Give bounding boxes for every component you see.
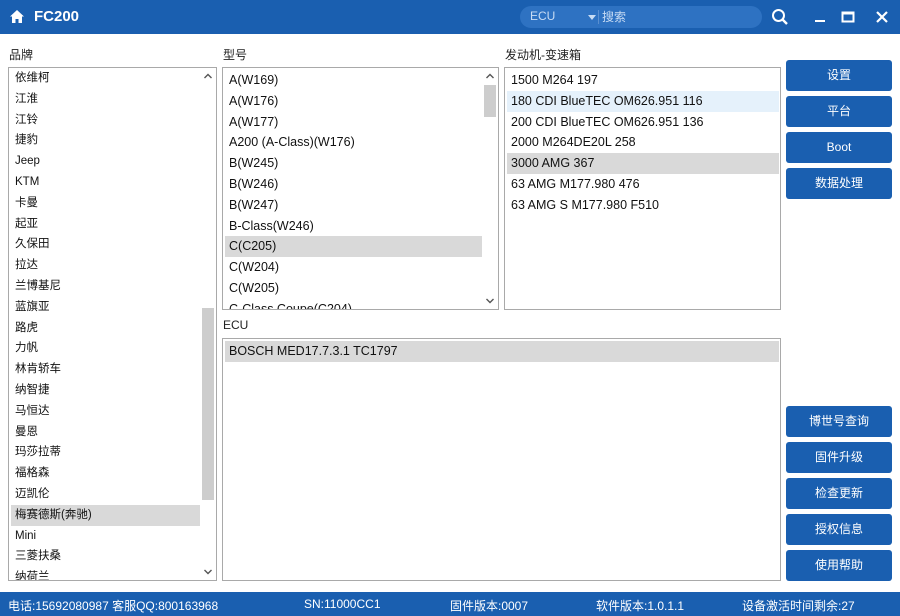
activation-remaining: 设备激活时间剩余:27 <box>742 599 855 613</box>
brand-list-item[interactable]: 林肯轿车 <box>11 359 200 380</box>
minimize-icon <box>815 20 825 22</box>
brand-list-item[interactable]: 三菱扶桑 <box>11 546 200 567</box>
engine-list-item[interactable]: 63 AMG M177.980 476 <box>507 174 779 195</box>
brand-list-scroll-thumb[interactable] <box>202 308 214 500</box>
search-bar: ECU <box>520 6 762 28</box>
engine-list-item[interactable]: 1500 M264 197 <box>507 70 779 91</box>
model-list-item[interactable]: A(W176) <box>225 91 482 112</box>
close-icon <box>876 11 888 23</box>
brand-list-item[interactable]: 力帆 <box>11 338 200 359</box>
firmware-version: 固件版本:0007 <box>450 599 529 613</box>
model-list-item[interactable]: B(W247) <box>225 195 482 216</box>
engine-list-item[interactable]: 63 AMG S M177.980 F510 <box>507 195 779 216</box>
home-icon[interactable] <box>9 9 25 24</box>
model-list-item[interactable]: C(W205) <box>225 278 482 299</box>
contact-info: 电话:15692080987 客服QQ:800163968 <box>8 599 219 613</box>
scroll-up-icon[interactable] <box>200 68 216 84</box>
serial-number: SN:11000CC1 <box>304 597 381 611</box>
side-button-top-0[interactable]: 设置 <box>786 60 892 91</box>
model-list-item[interactable]: A200 (A-Class)(W176) <box>225 132 482 153</box>
brand-list-item[interactable]: 卡曼 <box>11 193 200 214</box>
brand-list-item[interactable]: 拉达 <box>11 255 200 276</box>
minimize-button[interactable] <box>810 7 830 27</box>
scroll-down-icon[interactable] <box>200 564 216 580</box>
brand-list-item[interactable]: Jeep <box>11 151 200 172</box>
engine-list-item[interactable]: 200 CDI BlueTEC OM626.951 136 <box>507 112 779 133</box>
search-divider <box>598 10 599 24</box>
model-list-item[interactable]: C-Class Coupe(C204) <box>225 299 482 309</box>
model-list-item[interactable]: C(W204) <box>225 257 482 278</box>
scroll-up-icon[interactable] <box>482 68 498 84</box>
brand-list-item[interactable]: 纳荷兰 <box>11 567 200 580</box>
side-button-top-1[interactable]: 平台 <box>786 96 892 127</box>
search-category-select[interactable]: ECU <box>530 9 596 25</box>
chevron-down-icon <box>588 15 596 20</box>
search-icon <box>772 9 788 25</box>
search-input[interactable] <box>602 8 752 26</box>
model-list-item[interactable]: B-Class(W246) <box>225 216 482 237</box>
brand-list-item[interactable]: 江淮 <box>11 89 200 110</box>
brand-list-item[interactable]: 久保田 <box>11 234 200 255</box>
brand-label: 品牌 <box>9 48 34 62</box>
brand-list-item[interactable]: 依维柯 <box>11 68 200 89</box>
brand-list-item[interactable]: 玛莎拉蒂 <box>11 442 200 463</box>
brand-list[interactable]: 纳荷兰 三菱扶桑 Mini 梅赛德斯(奔驰) 迈凯伦 福格森 玛莎拉蒂 曼恩 马恒达 纳智捷 林肯轿… <box>8 67 217 581</box>
title-bar: FC200 ECU <box>0 0 900 34</box>
side-button-bottom-3[interactable]: 授权信息 <box>786 514 892 545</box>
model-list-scrollbar[interactable] <box>482 68 498 309</box>
side-button-top-3[interactable]: 数据处理 <box>786 168 892 199</box>
brand-list-item[interactable]: 蓝旗亚 <box>11 297 200 318</box>
ecu-list-item[interactable]: BOSCH MED17.7.3.1 TC1797 <box>225 341 779 362</box>
brand-list-item[interactable]: KTM <box>11 172 200 193</box>
maximize-button[interactable] <box>838 7 858 27</box>
brand-list-item[interactable]: 曼恩 <box>11 422 200 443</box>
brand-list-item[interactable]: 捷豹 <box>11 130 200 151</box>
maximize-icon <box>841 11 855 23</box>
brand-list-item[interactable]: 马恒达 <box>11 401 200 422</box>
engine-list-item[interactable]: 2000 M264DE20L 258 <box>507 132 779 153</box>
brand-list-item[interactable]: 福格森 <box>11 463 200 484</box>
brand-list-item[interactable]: 纳智捷 <box>11 380 200 401</box>
model-list-scroll-thumb[interactable] <box>484 85 496 117</box>
search-button[interactable] <box>770 7 790 27</box>
model-list-item[interactable]: A(W177) <box>225 112 482 133</box>
status-bar: 电话:15692080987 客服QQ:800163968 SN:11000CC… <box>0 592 900 616</box>
search-category-value: ECU <box>530 9 556 23</box>
brand-list-item[interactable]: 兰博基尼 <box>11 276 200 297</box>
brand-list-item[interactable]: Mini <box>11 526 200 547</box>
engine-gearbox-list[interactable]: 63 AMG S M177.980 F510 63 AMG M177.980 47… <box>504 67 781 310</box>
model-list-item[interactable]: C(C205) <box>225 236 482 258</box>
side-button-bottom-0[interactable]: 博世号查询 <box>786 406 892 437</box>
brand-list-item[interactable]: 江铃 <box>11 110 200 131</box>
app-title: FC200 <box>34 8 80 25</box>
ecu-list[interactable]: BOSCH MED17.7.3.1 TC1797 <box>222 338 781 581</box>
side-button-bottom-4[interactable]: 使用帮助 <box>786 550 892 581</box>
model-list-item[interactable]: A(W169) <box>225 70 482 91</box>
model-label: 型号 <box>223 48 248 62</box>
model-list[interactable]: C-Class Coupe(C204) C(W205) C(W204) C(C205)… <box>222 67 499 310</box>
side-button-bottom-2[interactable]: 检查更新 <box>786 478 892 509</box>
side-button-bottom-1[interactable]: 固件升级 <box>786 442 892 473</box>
model-list-item[interactable]: B(W245) <box>225 153 482 174</box>
scroll-down-icon[interactable] <box>482 293 498 309</box>
engine-list-item[interactable]: 3000 AMG 367 <box>507 153 779 175</box>
ecu-label: ECU <box>223 318 249 332</box>
engine-label: 发动机-变速箱 <box>505 48 581 62</box>
software-version: 软件版本:1.0.1.1 <box>596 599 685 613</box>
brand-list-scrollbar[interactable] <box>200 68 216 580</box>
side-button-top-2[interactable]: Boot <box>786 132 892 163</box>
brand-list-item[interactable]: 起亚 <box>11 214 200 235</box>
brand-list-item[interactable]: 梅赛德斯(奔驰) <box>11 504 200 526</box>
close-button[interactable] <box>872 7 892 27</box>
brand-list-item[interactable]: 路虎 <box>11 318 200 339</box>
model-list-item[interactable]: B(W246) <box>225 174 482 195</box>
brand-list-item[interactable]: 迈凯伦 <box>11 484 200 505</box>
engine-list-item[interactable]: 180 CDI BlueTEC OM626.951 116 <box>507 90 779 112</box>
